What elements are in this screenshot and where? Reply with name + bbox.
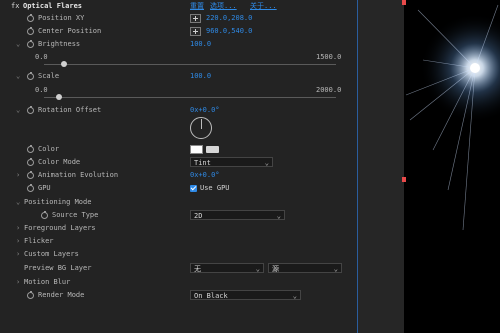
chevron-down-icon[interactable]: ⌄ <box>16 199 22 206</box>
color-mode-select[interactable]: Tint ⌄ <box>190 157 273 167</box>
prop-animation-evolution: › Animation Evolution 0x+0.0° <box>0 169 357 182</box>
chevron-down-icon: ⌄ <box>264 159 269 167</box>
render-mode-label: Render Mode <box>38 291 85 299</box>
position-xy-value[interactable]: 220.0,208.0 <box>206 12 252 25</box>
prop-brightness: ⌄ Brightness 100.0 <box>0 38 357 51</box>
chevron-right-icon[interactable]: › <box>16 225 22 232</box>
stopwatch-icon[interactable] <box>27 14 34 22</box>
brightness-max: 1500.0 <box>316 53 342 61</box>
preview-bg-layer-label: Preview BG Layer <box>24 264 92 272</box>
brightness-slider-knob[interactable] <box>60 61 67 67</box>
prop-rotation-offset: ⌄ Rotation Offset 0x+0.0° <box>0 104 357 117</box>
chevron-down-icon[interactable]: ⌄ <box>16 41 22 48</box>
crosshair-icon[interactable] <box>190 14 201 23</box>
gpu-label: GPU <box>38 184 51 192</box>
prop-source-type: Source Type 2D ⌄ <box>0 209 357 222</box>
group-motion-blur[interactable]: › Motion Blur <box>0 276 357 289</box>
color-mode-label: Color Mode <box>38 158 81 166</box>
scale-range: 0.0 2000.0 <box>0 84 357 97</box>
brightness-label: Brightness <box>38 40 81 48</box>
viewer-marker-mid <box>402 177 406 182</box>
color-swatch[interactable] <box>190 145 203 154</box>
preview-bg-layer-value: 无 <box>194 265 201 273</box>
chevron-right-icon[interactable]: › <box>16 172 22 179</box>
stopwatch-icon[interactable] <box>27 145 34 153</box>
use-gpu-checkbox[interactable] <box>190 185 197 192</box>
stopwatch-icon[interactable] <box>27 171 34 179</box>
scale-max: 2000.0 <box>316 86 342 94</box>
prop-color-mode: Color Mode Tint ⌄ <box>0 156 357 169</box>
viewer-marker-top <box>402 0 406 5</box>
render-mode-value: On Black <box>194 292 228 300</box>
chevron-down-icon[interactable]: ⌄ <box>16 73 22 80</box>
prop-gpu: GPU Use GPU <box>0 182 357 195</box>
stopwatch-icon[interactable] <box>27 106 34 114</box>
stopwatch-icon[interactable] <box>27 72 34 80</box>
group-positioning-mode[interactable]: ⌄ Positioning Mode <box>0 196 357 209</box>
prop-render-mode: Render Mode On Black ⌄ <box>0 289 357 302</box>
lens-flare-preview <box>405 4 500 231</box>
stopwatch-icon[interactable] <box>27 291 34 299</box>
stopwatch-icon[interactable] <box>27 158 34 166</box>
prop-preview-bg-layer: Preview BG Layer 无 ⌄ 源 ⌄ <box>0 262 357 275</box>
effect-controls-panel: fx Optical Flares 重置 选项... 关于... Positio… <box>0 0 357 333</box>
prop-scale: ⌄ Scale 100.0 <box>0 70 357 83</box>
eyedropper-icon[interactable] <box>206 146 219 153</box>
stopwatch-icon[interactable] <box>27 40 34 48</box>
brightness-range: 0.0 1500.0 <box>0 51 357 64</box>
rotation-dial[interactable] <box>190 117 212 139</box>
chevron-down-icon: ⌄ <box>276 212 281 220</box>
rotation-offset-label: Rotation Offset <box>38 106 102 114</box>
group-custom-layers[interactable]: › Custom Layers <box>0 248 357 261</box>
scale-label: Scale <box>38 72 60 80</box>
rotation-offset-value[interactable]: 0x+0.0° <box>190 104 220 117</box>
source-type-label: Source Type <box>52 211 99 219</box>
stopwatch-icon[interactable] <box>27 27 34 35</box>
prop-position-xy: Position XY 220.0,208.0 <box>0 12 357 25</box>
use-gpu-label: Use GPU <box>200 184 230 192</box>
preview-bg-source-select[interactable]: 源 ⌄ <box>268 263 342 273</box>
color-mode-value: Tint <box>194 159 211 167</box>
scale-value[interactable]: 100.0 <box>190 70 211 83</box>
prop-color: Color <box>0 143 357 156</box>
chevron-right-icon[interactable]: › <box>16 238 22 245</box>
preview-bg-layer-select[interactable]: 无 ⌄ <box>190 263 264 273</box>
chevron-down-icon: ⌄ <box>333 265 338 273</box>
center-position-value[interactable]: 960.0,540.0 <box>206 25 252 38</box>
position-xy-label: Position XY <box>38 14 85 22</box>
chevron-right-icon[interactable]: › <box>16 279 22 286</box>
brightness-min: 0.0 <box>35 53 48 61</box>
stopwatch-icon[interactable] <box>27 184 34 192</box>
composition-viewer[interactable] <box>358 0 500 333</box>
positioning-mode-label: Positioning Mode <box>24 198 92 206</box>
crosshair-icon[interactable] <box>190 27 201 36</box>
scale-slider-knob[interactable] <box>55 94 62 100</box>
group-flicker[interactable]: › Flicker <box>0 235 357 248</box>
brightness-value[interactable]: 100.0 <box>190 38 211 51</box>
source-type-value: 2D <box>194 212 203 220</box>
brightness-slider[interactable] <box>44 64 336 65</box>
center-position-label: Center Position <box>38 27 102 35</box>
chevron-down-icon: ⌄ <box>292 292 297 300</box>
source-type-select[interactable]: 2D ⌄ <box>190 210 285 220</box>
motion-blur-label: Motion Blur <box>24 278 71 286</box>
flicker-label: Flicker <box>24 237 54 245</box>
group-foreground-layers[interactable]: › Foreground Layers <box>0 222 357 235</box>
render-mode-select[interactable]: On Black ⌄ <box>190 290 301 300</box>
chevron-down-icon: ⌄ <box>255 265 260 273</box>
custom-layers-label: Custom Layers <box>24 250 79 258</box>
scale-min: 0.0 <box>35 86 48 94</box>
stopwatch-icon[interactable] <box>41 211 48 219</box>
scale-slider[interactable] <box>44 97 336 98</box>
prop-center-position: Center Position 960.0,540.0 <box>0 25 357 38</box>
color-label: Color <box>38 145 60 153</box>
foreground-layers-label: Foreground Layers <box>24 224 96 232</box>
chevron-right-icon[interactable]: › <box>16 251 22 258</box>
animation-evolution-label: Animation Evolution <box>38 171 119 179</box>
preview-bg-source-value: 源 <box>272 265 279 273</box>
chevron-down-icon[interactable]: ⌄ <box>16 107 22 114</box>
animation-evolution-value[interactable]: 0x+0.0° <box>190 169 220 182</box>
